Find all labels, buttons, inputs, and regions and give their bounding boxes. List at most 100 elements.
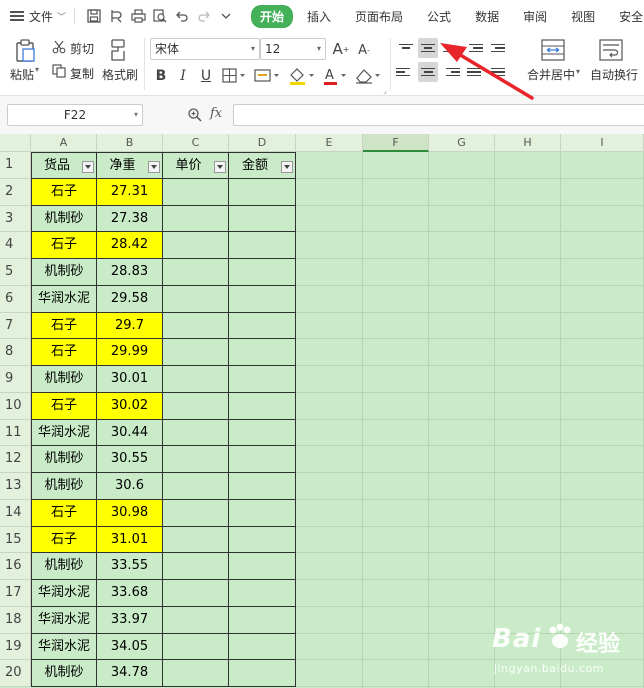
column-header-f[interactable]: F	[363, 134, 429, 152]
row-header[interactable]: 6	[0, 285, 31, 313]
table-cell[interactable]: 27.38	[97, 205, 163, 233]
paste-button[interactable]: 粘贴	[10, 66, 34, 83]
table-cell[interactable]: 石子	[31, 178, 97, 206]
tab-security[interactable]: 安全	[619, 8, 643, 25]
row-header[interactable]: 1	[0, 152, 31, 179]
formula-input[interactable]	[233, 104, 644, 126]
table-cell[interactable]	[229, 633, 296, 661]
clear-format-icon[interactable]	[354, 67, 382, 85]
column-header-d[interactable]: D	[229, 134, 296, 152]
table-cell[interactable]: 石子	[31, 499, 97, 527]
table-cell[interactable]: 29.99	[97, 339, 163, 366]
table-cell[interactable]: 33.97	[97, 606, 163, 634]
table-cell[interactable]	[229, 526, 296, 554]
merge-center-button[interactable]: 合并居中	[527, 66, 575, 83]
table-cell[interactable]: 27.31	[97, 178, 163, 206]
row-header[interactable]: 13	[0, 473, 31, 500]
row-header[interactable]: 5	[0, 259, 31, 286]
distribute-icon[interactable]	[488, 62, 508, 82]
wrap-text-button[interactable]: 自动换行	[590, 66, 638, 83]
table-cell[interactable]: 机制砂	[31, 553, 97, 580]
table-cell[interactable]: 石子	[31, 339, 97, 366]
table-cell[interactable]	[229, 473, 296, 500]
column-header-h[interactable]: H	[495, 134, 561, 152]
table-cell[interactable]: 机制砂	[31, 473, 97, 500]
table-cell[interactable]	[229, 419, 296, 447]
table-cell[interactable]: 30.55	[97, 446, 163, 473]
copy-button[interactable]: 复制	[70, 65, 94, 82]
table-cell[interactable]	[163, 232, 229, 259]
table-cell[interactable]	[163, 553, 229, 580]
increase-font-icon[interactable]: A +	[332, 39, 350, 59]
table-cell[interactable]	[163, 419, 229, 447]
table-cell[interactable]	[229, 499, 296, 527]
table-cell[interactable]: 28.42	[97, 232, 163, 259]
table-header-cell[interactable]: 单价	[163, 152, 229, 179]
paste-dropdown-icon[interactable]: ▾	[35, 65, 39, 74]
row-header[interactable]: 11	[0, 419, 31, 447]
row-header[interactable]: 8	[0, 339, 31, 366]
row-header[interactable]: 3	[0, 205, 31, 233]
table-cell[interactable]: 华润水泥	[31, 606, 97, 634]
table-cell[interactable]: 石子	[31, 392, 97, 420]
tab-page-layout[interactable]: 页面布局	[355, 8, 403, 25]
column-header-a[interactable]: A	[31, 134, 97, 152]
table-cell[interactable]: 机制砂	[31, 660, 97, 687]
table-cell[interactable]	[163, 446, 229, 473]
tab-data[interactable]: 数据	[475, 8, 499, 25]
table-cell[interactable]: 石子	[31, 312, 97, 340]
align-top-icon[interactable]	[396, 38, 416, 58]
table-cell[interactable]: 机制砂	[31, 366, 97, 393]
table-cell[interactable]	[163, 473, 229, 500]
column-header-e[interactable]: E	[296, 134, 363, 152]
fill-color-icon[interactable]	[288, 67, 316, 85]
font-size-select[interactable]: 12 ▾	[260, 38, 326, 60]
table-cell[interactable]	[229, 285, 296, 313]
cell-style-icon[interactable]	[254, 67, 280, 85]
justify-icon[interactable]	[464, 62, 484, 82]
align-middle-icon[interactable]	[418, 38, 438, 58]
tab-view[interactable]: 视图	[571, 8, 595, 25]
tab-insert[interactable]: 插入	[307, 8, 331, 25]
row-header[interactable]: 12	[0, 446, 31, 473]
table-cell[interactable]	[229, 660, 296, 687]
save-icon[interactable]	[83, 5, 105, 27]
table-cell[interactable]: 机制砂	[31, 205, 97, 233]
row-header[interactable]: 18	[0, 606, 31, 634]
table-cell[interactable]	[229, 178, 296, 206]
table-cell[interactable]	[229, 392, 296, 420]
name-box[interactable]: F22 ▾	[7, 104, 143, 126]
table-cell[interactable]	[229, 366, 296, 393]
table-cell[interactable]	[163, 259, 229, 286]
table-cell[interactable]	[163, 392, 229, 420]
font-dialog-launcher-icon[interactable]: ⌟	[381, 86, 389, 95]
bold-button[interactable]: B	[152, 66, 170, 86]
merge-center-icon[interactable]	[540, 38, 566, 62]
table-cell[interactable]: 华润水泥	[31, 285, 97, 313]
undo-icon[interactable]	[171, 5, 193, 27]
table-header-cell[interactable]: 货品	[31, 152, 97, 179]
table-cell[interactable]: 石子	[31, 232, 97, 259]
table-cell[interactable]: 30.02	[97, 392, 163, 420]
row-header[interactable]: 10	[0, 392, 31, 420]
table-cell[interactable]	[229, 580, 296, 607]
table-cell[interactable]	[163, 580, 229, 607]
select-all-corner[interactable]	[0, 134, 31, 152]
table-cell[interactable]	[163, 633, 229, 661]
align-center-icon[interactable]	[418, 62, 438, 82]
print-icon[interactable]	[127, 5, 149, 27]
align-right-icon[interactable]	[440, 62, 460, 82]
table-cell[interactable]: 华润水泥	[31, 419, 97, 447]
table-cell[interactable]: 华润水泥	[31, 580, 97, 607]
table-cell[interactable]	[229, 259, 296, 286]
tab-formulas[interactable]: 公式	[427, 8, 451, 25]
table-cell[interactable]	[163, 499, 229, 527]
table-cell[interactable]	[163, 526, 229, 554]
table-cell[interactable]	[229, 446, 296, 473]
row-header[interactable]: 2	[0, 178, 31, 206]
table-cell[interactable]	[229, 205, 296, 233]
table-header-cell[interactable]: 净重	[97, 152, 163, 179]
table-cell[interactable]	[229, 339, 296, 366]
table-cell[interactable]	[163, 312, 229, 340]
paste-icon[interactable]	[12, 38, 38, 64]
